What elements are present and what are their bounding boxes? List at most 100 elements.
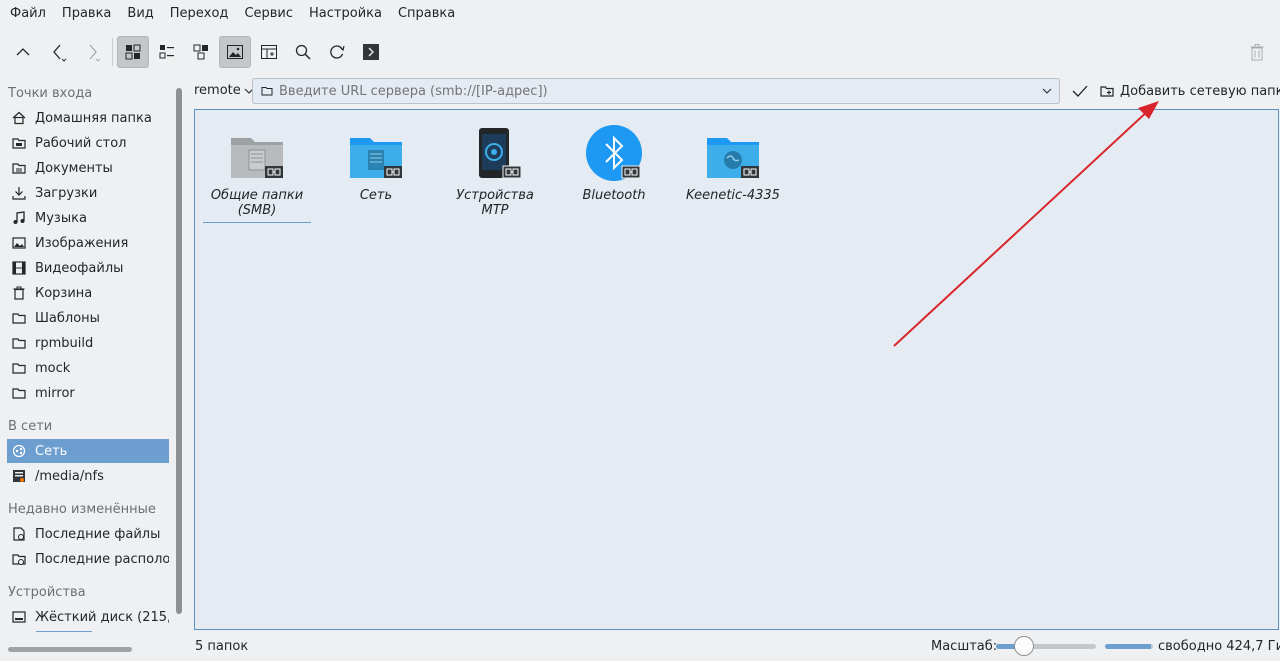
sidebar-item-label: Изображения [35,235,129,251]
menu-help[interactable]: Справка [390,0,463,28]
terminal-icon [363,44,379,60]
compact-view-icon [193,44,208,60]
item-bluetooth[interactable]: Bluetooth [560,124,668,203]
item-network[interactable]: Сеть [322,124,430,203]
sidebar-item-media-nfs[interactable]: /media/nfs [7,464,169,488]
item-label: Keenetic-4335 [686,188,780,203]
sidebar-item-mirror[interactable]: mirror [7,381,169,405]
folder-icon [11,335,27,351]
network-folder-icon [346,124,406,184]
sidebar-item-label: Домашняя папка [35,110,152,126]
menu-tools[interactable]: Сервис [236,0,301,28]
sidebar-item-label: Загрузки [35,185,98,201]
sidebar-item-label: mock [35,360,71,376]
menu-settings[interactable]: Настройка [301,0,390,28]
menu-view[interactable]: Вид [119,0,161,28]
section-title-network: В сети [8,419,53,434]
details-view-button[interactable] [151,36,183,68]
sidebar-item-templates[interactable]: Шаблоны [7,306,169,330]
up-button[interactable] [7,36,39,68]
sidebar-scrollbar[interactable] [176,88,182,614]
places-panel: Точки входа Домашняя папка Рабочий стол … [0,80,175,640]
menu-edit[interactable]: Правка [54,0,119,28]
item-keenetic[interactable]: Keenetic-4335 [679,124,787,203]
trash-button[interactable] [1241,36,1273,68]
desktop-icon [11,135,27,151]
sidebar-item-label: mirror [35,385,75,401]
url-field[interactable] [252,78,1060,104]
sidebar-item-mock[interactable]: mock [7,356,169,380]
disk-space-bar [1105,644,1153,649]
preview-button[interactable] [219,36,251,68]
sidebar-item-harddisk[interactable]: Жёсткий диск (215,9 Гі [7,605,169,629]
sidebar-item-label: Корзина [35,285,93,301]
item-label: Сеть [359,188,393,203]
nfs-icon [11,468,27,484]
network-icon [11,443,27,459]
sidebar-item-label: Сеть [35,443,68,459]
up-icon [16,48,30,56]
sidebar-item-music[interactable]: Музыка [7,206,169,230]
sidebar-item-network[interactable]: Сеть [7,439,169,463]
disk-space-fill [1105,644,1151,649]
add-network-folder-button[interactable]: Добавить сетевую папку [1100,77,1280,105]
checkmark-icon[interactable] [1070,81,1090,101]
item-smb-shares[interactable]: Общие папки (SMB) [203,124,311,223]
terminal-button[interactable] [355,36,387,68]
downloads-icon [11,185,27,201]
item-mtp-devices[interactable]: Устройства MTP [441,124,549,218]
location-bar: remote Добавить сетевую папку [194,77,1280,105]
reload-button[interactable] [321,36,353,68]
preview-icon [227,45,243,59]
icons-view-button[interactable] [117,36,149,68]
sidebar-item-label: Видеофайлы [35,260,124,276]
home-icon [11,110,27,126]
sidebar-item-label: Музыка [35,210,87,226]
sidebar-item-home[interactable]: Домашняя папка [7,106,169,130]
disk-usage-bar [36,631,92,632]
breadcrumb[interactable]: remote [194,77,255,105]
add-network-folder-label: Добавить сетевую папку [1120,83,1280,99]
network-server-icon [703,124,763,184]
search-button[interactable] [287,36,319,68]
music-icon [11,210,27,226]
zoom-slider-handle[interactable] [1014,636,1034,656]
folder-icon [261,87,273,96]
split-icon [261,45,277,59]
sidebar-item-downloads[interactable]: Загрузки [7,181,169,205]
sidebar-item-label: /media/nfs [35,468,104,484]
back-button[interactable] [42,36,74,68]
sidebar-item-trash[interactable]: Корзина [7,281,169,305]
sidebar-item-pictures[interactable]: Изображения [7,231,169,255]
section-title-devices: Устройства [8,585,86,600]
folder-count: 5 папок [195,639,249,654]
folder-icon [11,385,27,401]
sidebar-item-recent-locations[interactable]: Последние расположе [7,547,169,571]
sidebar-item-label: Жёсткий диск (215,9 Гі [35,609,169,625]
details-view-icon [159,45,174,59]
folder-icon [11,310,27,326]
compact-view-button[interactable] [185,36,217,68]
sidebar-item-recent-files[interactable]: Последние файлы [7,522,169,546]
sidebar-item-label: Последние файлы [35,526,161,542]
documents-icon [11,160,27,176]
menu-file[interactable]: Файл [2,0,54,28]
file-view[interactable]: Общие папки (SMB) Сеть Устройства MTP Bl… [194,109,1279,630]
back-icon [53,44,67,62]
split-view-button[interactable] [253,36,285,68]
free-space-text: свободно 424,7 ГиБ [1158,639,1280,654]
toolbar-separator [112,38,113,66]
search-icon [295,44,311,60]
breadcrumb-remote[interactable]: remote [194,77,241,105]
forward-button[interactable] [76,36,108,68]
section-title-places: Точки входа [8,86,93,101]
chevron-down-icon[interactable] [1041,85,1053,97]
sidebar-item-desktop[interactable]: Рабочий стол [7,131,169,155]
sidebar-item-documents[interactable]: Документы [7,156,169,180]
menu-go[interactable]: Переход [162,0,237,28]
sidebar-item-videos[interactable]: Видеофайлы [7,256,169,280]
folder-icon [11,360,27,376]
sidebar-item-rpmbuild[interactable]: rpmbuild [7,331,169,355]
url-input[interactable] [279,83,1039,99]
videos-icon [11,260,27,276]
